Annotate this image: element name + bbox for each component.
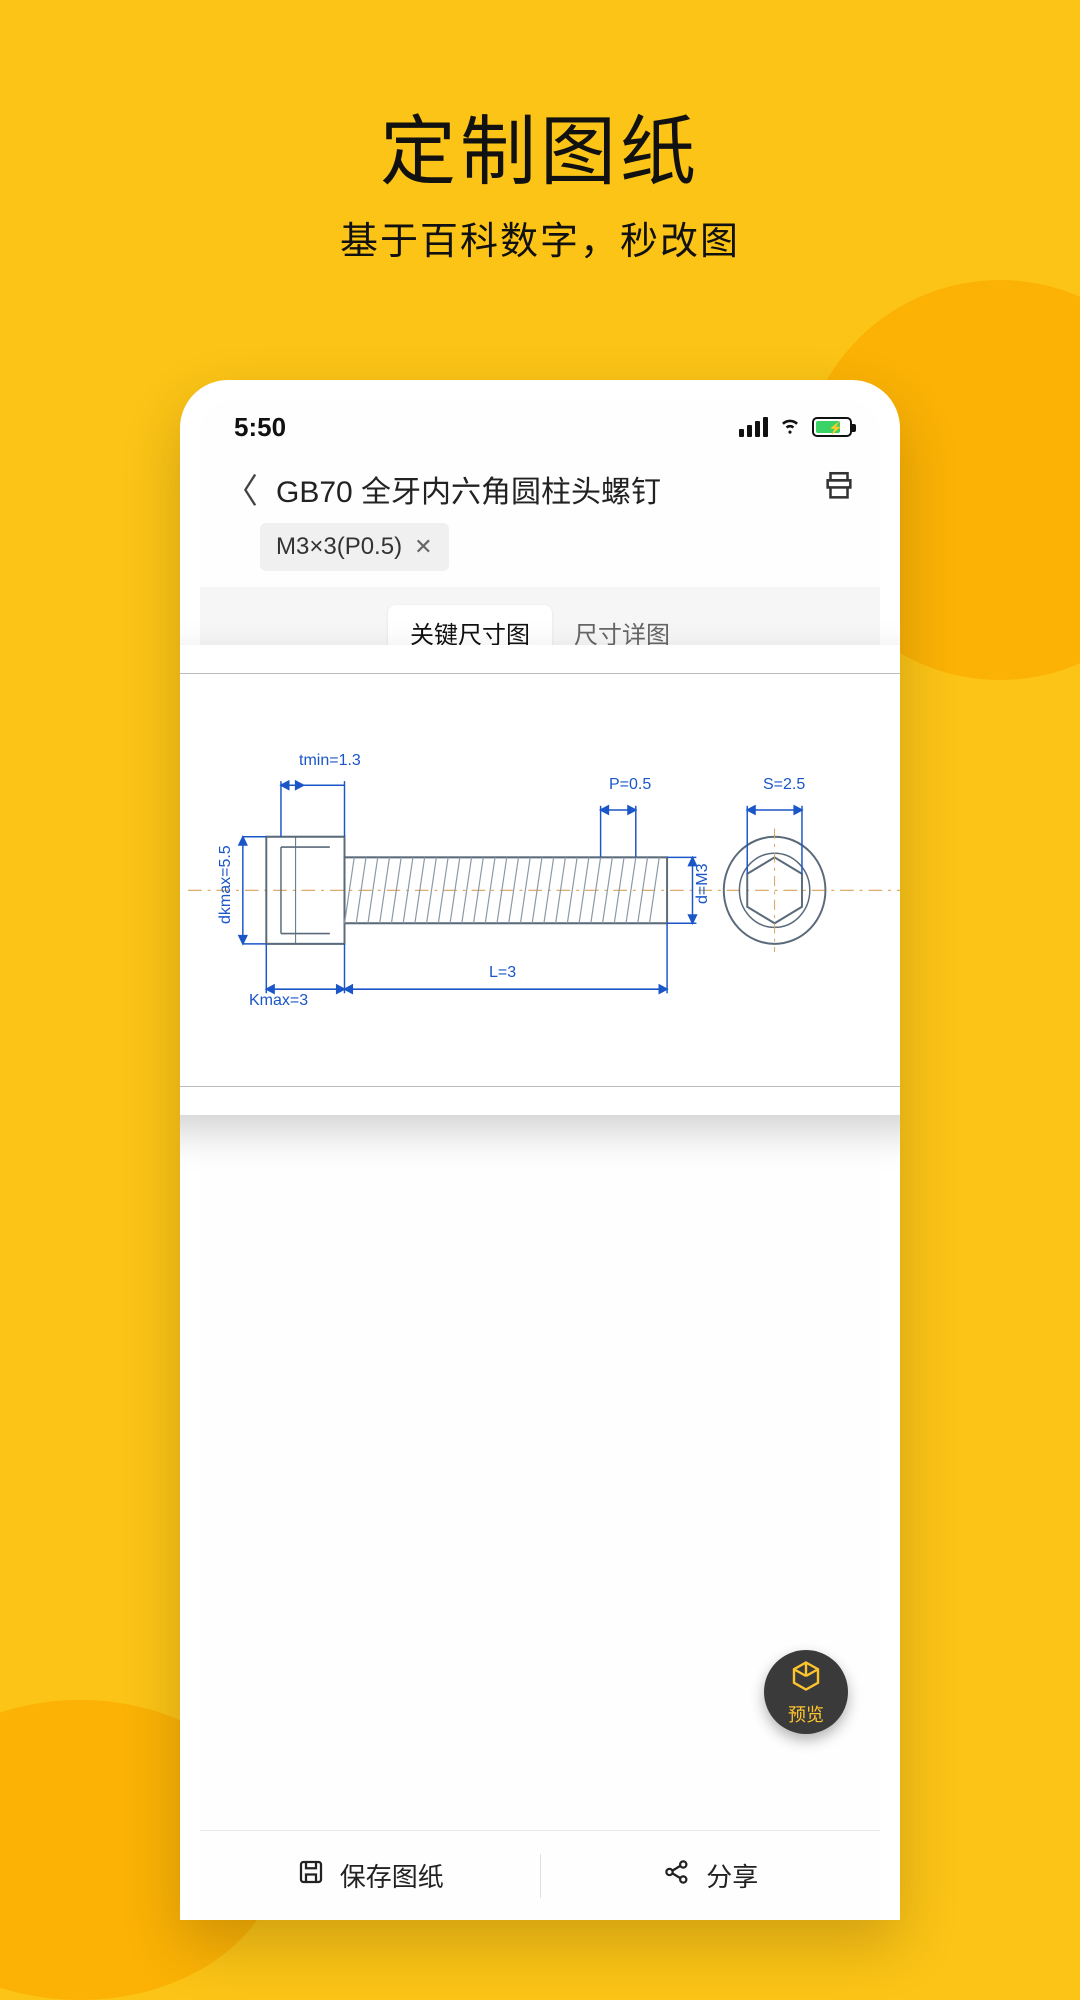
dim-l: L=3 [489, 964, 516, 982]
wifi-icon [778, 412, 802, 443]
bottom-bar: 保存图纸 分享 [200, 1830, 880, 1920]
save-label: 保存图纸 [340, 1857, 444, 1894]
tag-label: M3×3(P0.5) [276, 533, 402, 561]
status-bar: 5:50 ⚡ [200, 400, 880, 454]
phone-frame: 5:50 ⚡ 〈 GB70 全牙内六角圆柱头螺钉 [180, 380, 900, 1920]
dim-p: P=0.5 [609, 776, 651, 794]
promo-subtitle: 基于百科数字，秒改图 [0, 210, 1080, 265]
promo-title: 定制图纸 [0, 90, 1080, 200]
signal-icon [739, 417, 768, 437]
engineering-drawing[interactable]: tmin=1.3 P=0.5 S=2.5 dkmax=5.5 d=M3 Kmax… [180, 673, 900, 1087]
dim-kmax: Kmax=3 [249, 992, 308, 1010]
share-label: 分享 [706, 1857, 758, 1894]
cube-icon [788, 1658, 824, 1699]
dim-d: d=M3 [694, 864, 712, 904]
tag-bar: M3×3(P0.5) ✕ [200, 517, 880, 587]
save-drawing-button[interactable]: 保存图纸 [200, 1831, 540, 1920]
preview-button[interactable]: 预览 [764, 1650, 848, 1734]
page-header: 〈 GB70 全牙内六角圆柱头螺钉 [200, 454, 880, 517]
battery-icon: ⚡ [812, 417, 852, 437]
back-icon[interactable]: 〈 [224, 464, 258, 513]
save-icon [296, 1857, 326, 1894]
dim-s: S=2.5 [763, 776, 805, 794]
share-icon [662, 1857, 692, 1894]
phone-screen: 5:50 ⚡ 〈 GB70 全牙内六角圆柱头螺钉 [200, 400, 880, 1920]
print-icon[interactable] [822, 469, 856, 508]
page-title: GB70 全牙内六角圆柱头螺钉 [276, 467, 804, 511]
preview-label: 预览 [788, 1701, 824, 1727]
dim-dkmax: dkmax=5.5 [217, 845, 235, 924]
drawing-card: tmin=1.3 P=0.5 S=2.5 dkmax=5.5 d=M3 Kmax… [180, 645, 900, 1115]
status-time: 5:50 [234, 412, 286, 443]
share-button[interactable]: 分享 [541, 1831, 881, 1920]
spec-tag[interactable]: M3×3(P0.5) ✕ [260, 523, 449, 571]
close-icon[interactable]: ✕ [414, 534, 432, 560]
dim-tmin: tmin=1.3 [299, 752, 361, 770]
status-indicators: ⚡ [739, 412, 852, 443]
